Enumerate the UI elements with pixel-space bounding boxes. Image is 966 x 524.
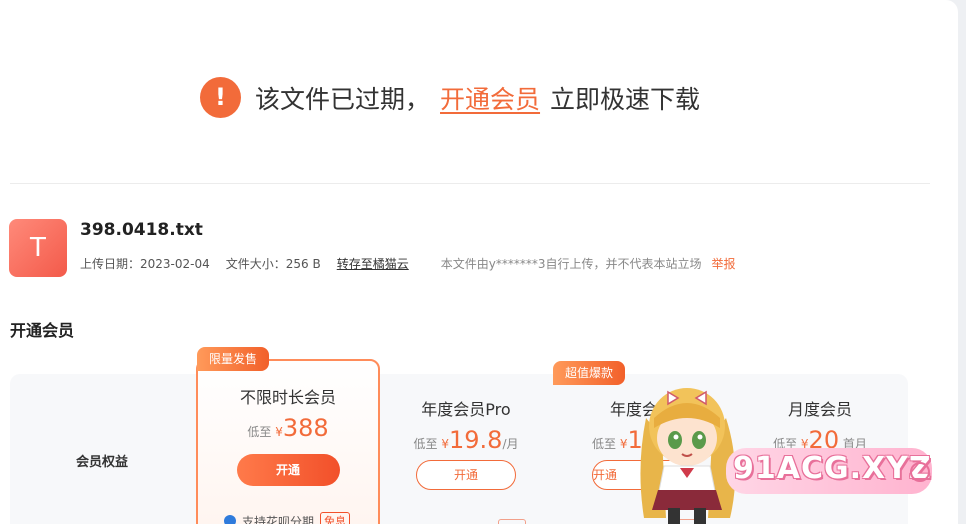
upload-date-label: 上传日期： bbox=[80, 257, 141, 271]
plan-name: 不限时长会员 bbox=[239, 388, 336, 407]
price-value: 388 bbox=[282, 414, 329, 442]
huabei-installment: 支持花呗分期 免息 bbox=[224, 512, 351, 524]
plan-annual-pro: 年度会员Pro 低至 ¥19.8/月 开通 bbox=[408, 396, 524, 490]
upload-date: 2023-02-04 bbox=[140, 256, 210, 271]
open-lifetime-button[interactable]: 开通 bbox=[236, 454, 340, 486]
membership-section-title: 开通会员 bbox=[10, 321, 75, 340]
download-message: 立即极速下载 bbox=[550, 84, 701, 114]
plan-lifetime: 不限时长会员 低至 ¥388 开通 bbox=[196, 384, 380, 486]
price-value: 19.8 bbox=[449, 426, 503, 454]
member-rights-label: 会员权益 bbox=[76, 455, 129, 470]
interest-free-badge: 免息 bbox=[320, 512, 351, 524]
transfer-link[interactable]: 转存至橘猫云 bbox=[337, 255, 409, 272]
open-annual-pro-button[interactable]: 开通 bbox=[416, 460, 516, 490]
alipay-icon bbox=[224, 515, 236, 524]
uploader-notice: 本文件由y*******3自行上传，并不代表本站立场 bbox=[440, 257, 702, 271]
watermark-smiley-icon bbox=[910, 462, 930, 482]
report-link[interactable]: 举报 bbox=[712, 255, 736, 272]
file-name: 398.0418.txt bbox=[80, 220, 203, 240]
plan-name: 月度会员 bbox=[787, 400, 852, 419]
anime-mascot-watermark bbox=[640, 388, 736, 524]
promo-tag bbox=[498, 519, 526, 524]
open-membership-link[interactable]: 开通会员 bbox=[440, 80, 540, 116]
file-meta: 上传日期： 2023-02-04 文件大小： 256 B 转存至橘猫云 本文件由… bbox=[80, 255, 736, 272]
plan-price: 低至 ¥19.8/月 bbox=[413, 426, 519, 454]
plan-name: 年度会员Pro bbox=[421, 400, 511, 419]
expired-message: 该文件已过期， bbox=[255, 84, 431, 114]
exclamation-icon: ! bbox=[200, 77, 241, 118]
watermark-text: 91ACG.XYZ bbox=[733, 451, 932, 486]
plan-price: 低至 ¥388 bbox=[247, 414, 329, 442]
divider bbox=[10, 183, 930, 184]
file-size: 256 B bbox=[285, 256, 321, 271]
value-badge: 超值爆款 bbox=[553, 361, 626, 385]
file-size-label: 文件大小： bbox=[225, 257, 286, 271]
limited-badge: 限量发售 bbox=[197, 347, 270, 371]
download-panel: ! 该文件已过期， 开通会员 立即极速下载 T 398.0418.txt 上传日… bbox=[0, 0, 958, 524]
plan-monthly: 月度会员 低至 ¥20 首月 bbox=[770, 396, 870, 454]
text-file-icon: T bbox=[9, 219, 67, 277]
expired-banner: ! 该文件已过期， 开通会员 立即极速下载 bbox=[200, 77, 700, 118]
